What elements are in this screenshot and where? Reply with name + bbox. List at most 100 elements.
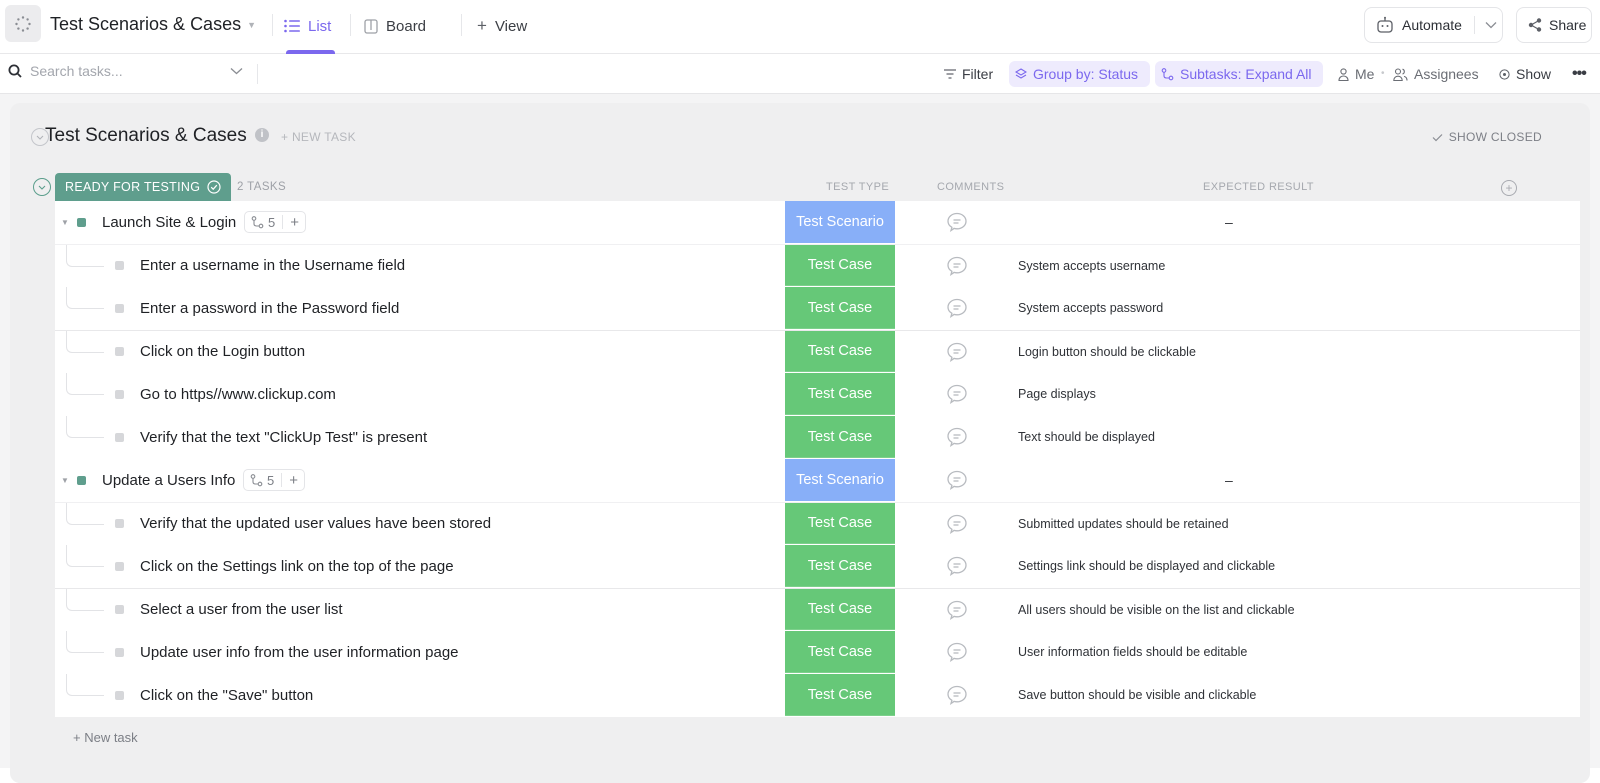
subtask-row[interactable]: Enter a password in the Password field T… — [55, 287, 1580, 330]
subtask-row[interactable]: Enter a username in the Username field T… — [55, 244, 1580, 287]
test-type-cell[interactable]: Test Case — [785, 545, 895, 587]
task-row[interactable]: ▼ Update a Users Info 5 + Test Scenario … — [55, 459, 1580, 502]
comments-button[interactable] — [895, 631, 1018, 673]
subtask-row[interactable]: Go to https//www.clickup.com Test Case P… — [55, 373, 1580, 416]
test-type-cell[interactable]: Test Scenario — [785, 459, 895, 501]
status-square-icon[interactable] — [115, 561, 124, 571]
test-type-cell[interactable]: Test Case — [785, 674, 895, 716]
subtask-name[interactable]: Verify that the text "ClickUp Test" is p… — [140, 429, 427, 446]
comments-button[interactable] — [895, 416, 1018, 458]
expected-result-cell[interactable]: All users should be visible on the list … — [1018, 589, 1295, 630]
test-type-cell[interactable]: Test Case — [785, 503, 895, 544]
column-header-comments[interactable]: COMMENTS — [937, 181, 1004, 193]
search-input[interactable]: Search tasks... — [8, 63, 123, 79]
column-header-test-type[interactable]: TEST TYPE — [826, 181, 889, 193]
subtask-name[interactable]: Click on the Login button — [140, 343, 305, 360]
subtask-row[interactable]: Click on the Settings link on the top of… — [55, 545, 1580, 588]
comments-button[interactable] — [895, 674, 1018, 716]
subtask-name[interactable]: Go to https//www.clickup.com — [140, 386, 336, 403]
task-row[interactable]: ▼ Launch Site & Login 5 + Test Scenario … — [55, 201, 1580, 244]
show-closed-button[interactable]: SHOW CLOSED — [1432, 130, 1542, 144]
expected-result-cell[interactable]: – — [1225, 459, 1233, 501]
status-square-icon[interactable] — [115, 605, 124, 614]
filter-button[interactable]: Filter — [938, 61, 999, 87]
status-square-icon[interactable] — [115, 347, 124, 356]
subtask-name[interactable]: Update user info from the user informati… — [140, 644, 459, 661]
comments-button[interactable] — [895, 503, 1018, 544]
expected-result-cell[interactable]: Text should be displayed — [1018, 416, 1155, 458]
comments-button[interactable] — [895, 201, 1018, 243]
add-subtask-icon[interactable]: + — [289, 472, 298, 489]
caret-down-icon[interactable]: ▼ — [61, 476, 69, 485]
comments-button[interactable] — [895, 331, 1018, 372]
subtask-row[interactable]: Verify that the text "ClickUp Test" is p… — [55, 416, 1580, 459]
subtask-count-badge[interactable]: 5 + — [244, 211, 306, 233]
expected-result-cell[interactable]: Page displays — [1018, 373, 1096, 415]
test-type-cell[interactable]: Test Case — [785, 287, 895, 329]
test-type-cell[interactable]: Test Case — [785, 416, 895, 458]
test-type-cell[interactable]: Test Scenario — [785, 201, 895, 243]
status-square-icon[interactable] — [115, 432, 124, 442]
expected-result-cell[interactable]: Submitted updates should be retained — [1018, 503, 1229, 544]
subtask-row[interactable]: Click on the "Save" button Test Case Sav… — [55, 674, 1580, 717]
test-type-cell[interactable]: Test Case — [785, 589, 895, 630]
caret-down-icon[interactable]: ▼ — [61, 218, 69, 227]
test-type-cell[interactable]: Test Case — [785, 245, 895, 286]
status-square-icon[interactable] — [115, 261, 124, 270]
space-icon-button[interactable] — [5, 5, 41, 42]
subtask-row[interactable]: Update user info from the user informati… — [55, 631, 1580, 674]
status-square-icon[interactable] — [115, 519, 124, 528]
expected-result-cell[interactable]: Save button should be visible and clicka… — [1018, 674, 1256, 716]
tab-list[interactable]: List — [284, 14, 331, 38]
add-new-task-button[interactable]: + New task — [73, 730, 138, 745]
comments-button[interactable] — [895, 287, 1018, 329]
test-type-cell[interactable]: Test Case — [785, 373, 895, 415]
status-badge[interactable]: READY FOR TESTING — [55, 173, 232, 201]
add-column-button[interactable]: + — [1501, 180, 1517, 196]
me-filter-button[interactable]: Me — [1332, 61, 1380, 87]
comments-button[interactable] — [895, 589, 1018, 630]
expected-result-cell[interactable]: Settings link should be displayed and cl… — [1018, 545, 1275, 587]
automate-button[interactable]: Automate — [1364, 7, 1503, 43]
add-view-button[interactable]: + View — [477, 14, 527, 38]
comments-button[interactable] — [895, 373, 1018, 415]
expected-result-cell[interactable]: Login button should be clickable — [1018, 331, 1196, 372]
subtask-row[interactable]: Select a user from the user list Test Ca… — [55, 588, 1580, 631]
subtask-name[interactable]: Click on the Settings link on the top of… — [140, 558, 454, 575]
comments-button[interactable] — [895, 459, 1018, 501]
expected-result-cell[interactable]: – — [1225, 201, 1233, 243]
expected-result-cell[interactable]: System accepts username — [1018, 245, 1165, 286]
task-name[interactable]: Launch Site & Login — [102, 214, 236, 231]
status-square-icon[interactable] — [115, 389, 124, 399]
test-type-cell[interactable]: Test Case — [785, 331, 895, 372]
test-type-cell[interactable]: Test Case — [785, 631, 895, 673]
subtask-name[interactable]: Enter a password in the Password field — [140, 300, 399, 317]
tab-board[interactable]: Board — [364, 14, 426, 38]
expected-result-cell[interactable]: System accepts password — [1018, 287, 1163, 329]
subtask-row[interactable]: Click on the Login button Test Case Logi… — [55, 330, 1580, 373]
status-square-icon[interactable] — [115, 647, 124, 657]
subtask-name[interactable]: Click on the "Save" button — [140, 687, 313, 704]
subtask-name[interactable]: Verify that the updated user values have… — [140, 515, 491, 532]
column-header-expected-result[interactable]: EXPECTED RESULT — [1203, 181, 1314, 193]
subtask-count-badge[interactable]: 5 + — [243, 469, 305, 491]
comments-button[interactable] — [895, 545, 1018, 587]
subtask-name[interactable]: Enter a username in the Username field — [140, 257, 405, 274]
page-title[interactable]: Test Scenarios & Cases ▼ — [50, 14, 256, 35]
comments-button[interactable] — [895, 245, 1018, 286]
status-square-icon[interactable] — [77, 217, 86, 227]
chevron-down-icon[interactable] — [1485, 21, 1497, 29]
chevron-down-icon[interactable] — [230, 67, 243, 75]
share-button[interactable]: Share — [1516, 7, 1592, 43]
group-by-button[interactable]: Group by: Status — [1009, 61, 1150, 87]
subtask-name[interactable]: Select a user from the user list — [140, 601, 343, 618]
task-name[interactable]: Update a Users Info — [102, 472, 235, 489]
expected-result-cell[interactable]: User information fields should be editab… — [1018, 631, 1247, 673]
status-square-icon[interactable] — [77, 475, 86, 485]
status-square-icon[interactable] — [115, 303, 124, 313]
info-icon[interactable]: i — [255, 128, 269, 142]
show-button[interactable]: Show — [1493, 61, 1557, 87]
collapse-group-toggle[interactable] — [33, 178, 51, 196]
assignees-button[interactable]: Assignees — [1387, 61, 1485, 87]
new-task-button[interactable]: + NEW TASK — [281, 130, 356, 144]
